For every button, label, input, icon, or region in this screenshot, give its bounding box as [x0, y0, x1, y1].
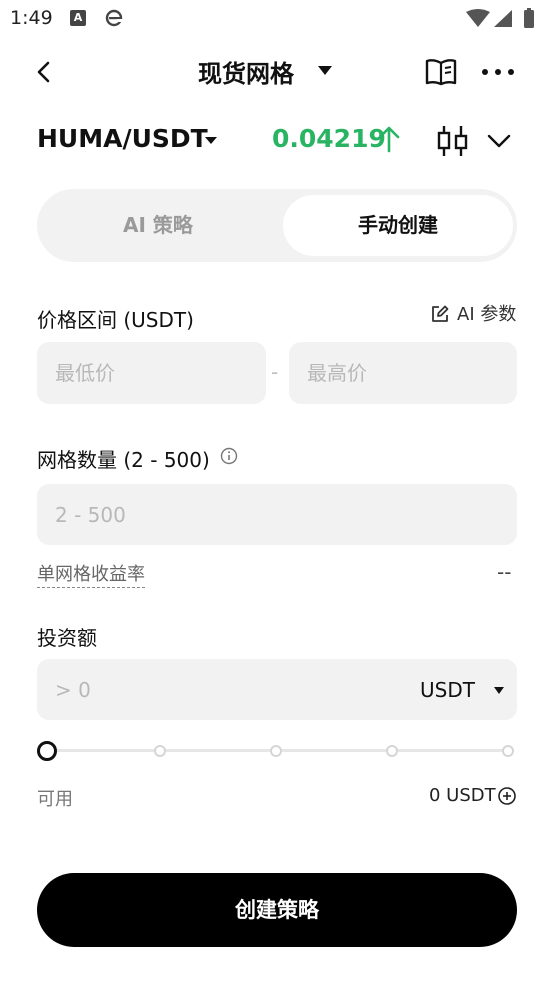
max-price-input[interactable]: [289, 342, 517, 404]
plus-circle-icon[interactable]: [497, 786, 517, 806]
edit-icon: [432, 305, 449, 322]
app-notification-icon: A: [70, 10, 86, 26]
arrow-up-icon: [378, 126, 400, 153]
grid-count-input[interactable]: [37, 484, 517, 545]
price-range-label: 价格区间 (USDT): [37, 308, 194, 332]
per-grid-yield-label[interactable]: 单网格收益率: [37, 560, 145, 588]
slider-step-25[interactable]: [154, 745, 166, 757]
slider-thumb[interactable]: [37, 741, 57, 761]
investment-label: 投资额: [37, 626, 97, 650]
status-bar: 1:49 A: [0, 0, 554, 38]
status-time: 1:49: [10, 7, 53, 29]
book-icon[interactable]: [424, 56, 458, 88]
currency-select-value: USDT: [420, 678, 475, 702]
slider-step-100[interactable]: [502, 745, 514, 757]
mode-tabs: AI 策略 手动创建: [37, 189, 517, 262]
back-button[interactable]: [30, 58, 58, 86]
grid-count-label: 网格数量 (2 - 500): [37, 448, 210, 472]
investment-slider[interactable]: [37, 740, 517, 762]
ai-params-label: AI 参数: [457, 304, 517, 325]
tab-manual-create[interactable]: 手动创建: [283, 195, 513, 256]
info-icon[interactable]: [220, 447, 238, 465]
last-price: 0.04219: [272, 124, 386, 153]
per-grid-yield-value: --: [497, 560, 512, 584]
candlestick-icon[interactable]: [436, 124, 470, 158]
signal-battery-icon: [466, 8, 534, 28]
available-label: 可用: [37, 789, 73, 810]
caret-down-icon[interactable]: [205, 137, 217, 144]
caret-down-icon[interactable]: [318, 66, 332, 75]
browser-notification-icon: [105, 9, 123, 27]
range-separator: -: [271, 360, 279, 384]
slider-step-50[interactable]: [270, 745, 282, 757]
trading-pair-selector[interactable]: HUMA/USDT: [37, 124, 208, 153]
page-title[interactable]: 现货网格: [198, 54, 294, 89]
currency-select[interactable]: USDT: [420, 676, 510, 706]
min-price-input[interactable]: [37, 342, 266, 404]
chevron-down-icon[interactable]: [486, 130, 512, 152]
tab-ai-strategy[interactable]: AI 策略: [43, 195, 273, 256]
available-balance: 0 USDT: [429, 785, 496, 806]
caret-down-icon: [494, 687, 504, 694]
slider-step-75[interactable]: [386, 745, 398, 757]
create-strategy-button[interactable]: 创建策略: [37, 873, 517, 947]
more-dots-icon[interactable]: [480, 62, 516, 82]
